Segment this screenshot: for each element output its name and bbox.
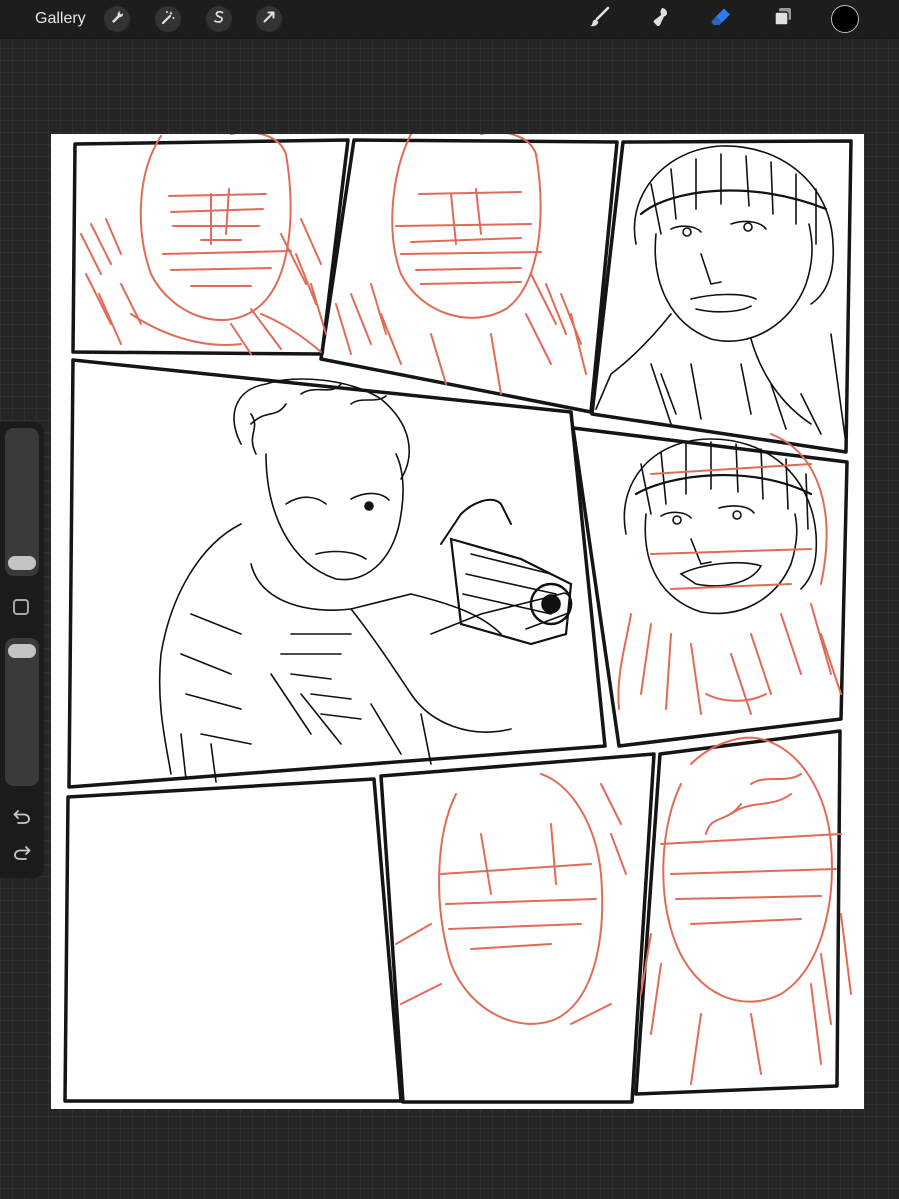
eraser-icon	[709, 5, 733, 34]
redo-button[interactable]	[10, 842, 34, 866]
redo-icon	[12, 842, 32, 867]
undo-button[interactable]	[10, 806, 34, 830]
brush-icon	[587, 5, 611, 34]
panel-border	[63, 777, 403, 1103]
top-toolbar: Gallery	[0, 0, 899, 39]
selection-button[interactable]	[206, 6, 232, 32]
panel-7-sketch	[395, 773, 627, 1025]
panel-border	[319, 138, 619, 414]
brush-size-slider[interactable]	[5, 428, 39, 576]
actions-button[interactable]	[104, 6, 130, 32]
layers-button[interactable]	[768, 4, 798, 34]
brush-tool-button[interactable]	[584, 4, 614, 34]
opacity-thumb[interactable]	[8, 644, 36, 658]
panel-2-sketch	[335, 134, 587, 395]
panel-8-sketch	[640, 736, 852, 1085]
gallery-button[interactable]: Gallery	[35, 9, 86, 29]
adjustments-button[interactable]	[155, 6, 181, 32]
transform-button[interactable]	[256, 6, 282, 32]
drawing-canvas[interactable]	[51, 134, 864, 1109]
wrench-icon	[109, 9, 125, 30]
magic-wand-icon	[160, 9, 176, 30]
panel-border	[71, 138, 350, 356]
layers-icon	[771, 5, 795, 34]
panel-1-sketch	[80, 134, 327, 355]
opacity-slider[interactable]	[5, 638, 39, 786]
smudge-tool-button[interactable]	[645, 4, 675, 34]
comic-page-artwork	[63, 134, 853, 1104]
transform-arrow-icon	[261, 9, 277, 30]
color-picker-button[interactable]	[831, 5, 859, 33]
undo-icon	[12, 806, 32, 831]
brush-size-thumb[interactable]	[8, 556, 36, 570]
panel-border	[67, 358, 607, 789]
left-sidebar	[0, 422, 44, 878]
eraser-tool-button[interactable]	[706, 4, 736, 34]
smudge-icon	[648, 5, 672, 34]
modify-square-icon[interactable]	[13, 599, 29, 615]
selection-s-icon	[211, 9, 227, 30]
panel-4-ink	[158, 378, 573, 783]
panel-3-ink	[595, 145, 847, 445]
